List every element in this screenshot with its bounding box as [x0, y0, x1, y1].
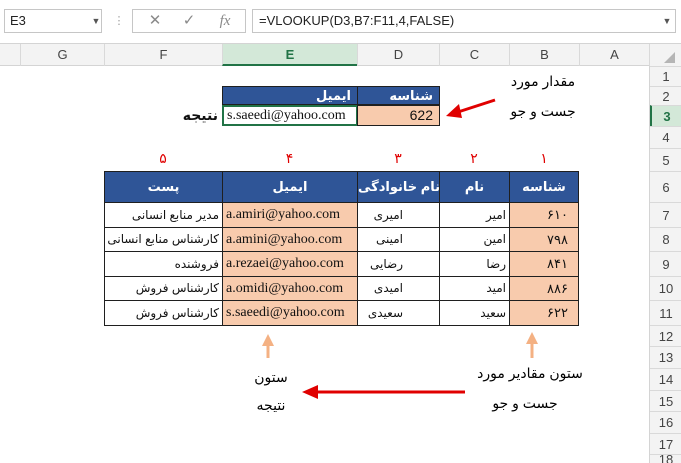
red-arrow-to-lookup-value: [446, 98, 496, 118]
orange-arrow-up-id-column: [526, 332, 538, 358]
orange-arrow-up-email-column: [262, 334, 274, 358]
annotation-arrows: [262, 98, 538, 399]
red-arrow-to-result-column: [302, 385, 465, 399]
